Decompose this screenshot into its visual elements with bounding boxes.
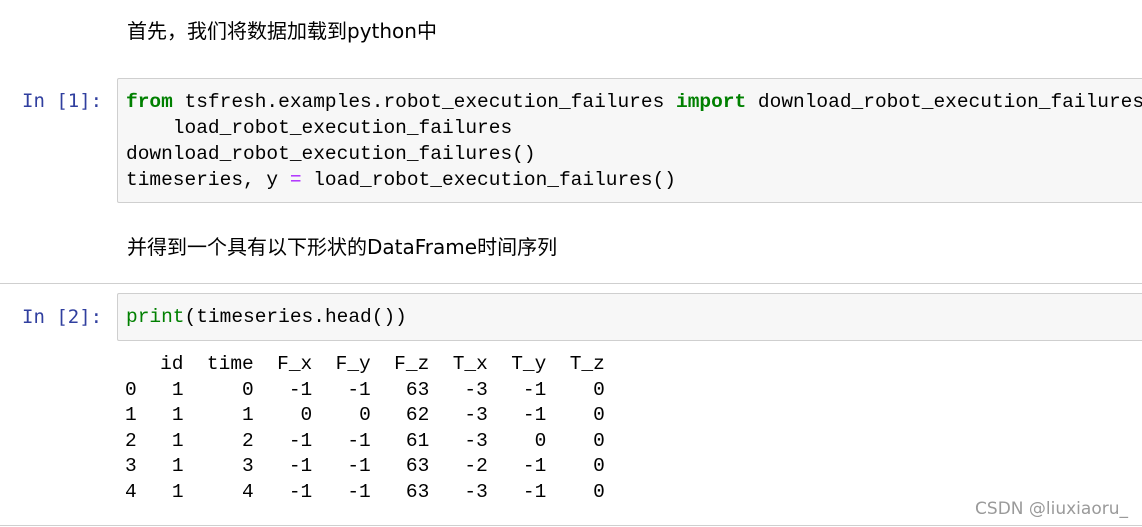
table-cell: 4 — [242, 480, 254, 503]
table-cell: 1 — [171, 480, 184, 503]
output-table-row: 2 1 2 -1 -1 61 -3 0 0 — [125, 429, 605, 455]
table-cell: -3 — [464, 404, 488, 426]
code-token: = — [289, 169, 302, 191]
code-line: timeseries, y = load_robot_execution_fai… — [126, 167, 1142, 193]
table-cell: -1 — [522, 480, 547, 503]
column-header: F_z — [394, 353, 430, 375]
table-cell: 63 — [405, 455, 430, 477]
column-header: T_z — [569, 353, 605, 375]
row-index: 3 — [125, 455, 137, 477]
table-cell: 63 — [405, 378, 430, 401]
code-token: download_robot_execution_failures() — [126, 143, 536, 165]
table-cell: 63 — [405, 480, 430, 503]
code-token: timeseries, y — [126, 169, 290, 191]
table-cell: 1 — [171, 404, 184, 426]
table-cell: -1 — [522, 378, 547, 401]
code-line: download_robot_execution_failures() — [126, 141, 1142, 167]
output-header-row: id time F_x F_y F_z T_x T_y T_z — [125, 352, 605, 378]
table-cell: -1 — [288, 480, 313, 503]
table-cell: -1 — [347, 429, 371, 452]
table-cell: -1 — [288, 429, 313, 452]
cell-2-output: id time F_x F_y F_z T_x T_y T_z 0 1 0 -1 … — [125, 352, 605, 505]
code-token: (timeseries.head()) — [184, 306, 407, 328]
row-index: 2 — [125, 429, 137, 452]
output-table-row: 1 1 1 0 0 62 -3 -1 0 — [125, 403, 605, 429]
cell-2-prompt: In [2]: — [22, 306, 103, 328]
table-cell: -1 — [522, 455, 547, 477]
code-token: from — [126, 91, 173, 113]
table-cell: -1 — [347, 378, 371, 401]
markdown-text-load-data: 首先，我们将数据加载到python中 — [127, 19, 437, 43]
output-table-row: 3 1 3 -1 -1 63 -2 -1 0 — [125, 454, 605, 480]
column-header: F_y — [335, 353, 371, 375]
table-cell: 0 — [593, 455, 605, 477]
table-cell: -1 — [522, 404, 547, 426]
table-cell: -2 — [464, 455, 488, 477]
table-cell: 1 — [171, 429, 184, 452]
code-token: print — [126, 306, 185, 328]
column-header: T_x — [452, 353, 488, 375]
column-header: T_y — [511, 353, 547, 375]
table-cell: 62 — [405, 404, 430, 426]
table-cell: -3 — [464, 378, 488, 401]
markdown-text-dataframe-shape: 并得到一个具有以下形状的DataFrame时间序列 — [127, 235, 558, 259]
row-index: 1 — [125, 404, 137, 426]
table-cell: 0 — [242, 378, 254, 401]
table-cell: -3 — [464, 429, 488, 452]
code-cell-2-source: print(timeseries.head()) — [126, 304, 407, 330]
code-cell-2-editor[interactable]: print(timeseries.head()) — [117, 293, 1142, 341]
table-cell: 61 — [405, 429, 430, 452]
table-cell: 2 — [242, 429, 254, 452]
output-table-row: 0 1 0 -1 -1 63 -3 -1 0 — [125, 378, 605, 404]
column-header: time — [206, 353, 254, 375]
code-token: load_robot_execution_failures() — [301, 169, 676, 191]
cell-1-prompt: In [1]: — [22, 90, 103, 112]
table-cell: 0 — [593, 404, 605, 426]
cell-separator — [0, 283, 1142, 284]
code-token: download_robot_execution_failures, \ — [746, 91, 1142, 113]
table-cell: 0 — [593, 378, 605, 401]
table-cell: 0 — [300, 404, 313, 426]
table-cell: 1 — [242, 404, 254, 426]
table-cell: 1 — [171, 455, 184, 477]
code-token: load_robot_execution_failures — [126, 117, 513, 139]
table-cell: -3 — [464, 480, 488, 503]
column-header: id — [160, 353, 184, 375]
code-line: print(timeseries.head()) — [126, 304, 407, 330]
table-cell: -1 — [288, 455, 313, 477]
code-cell-1-editor[interactable]: from tsfresh.examples.robot_execution_fa… — [117, 78, 1142, 203]
table-cell: 3 — [242, 455, 254, 477]
bottom-separator — [0, 525, 1142, 526]
code-cell-1-source: from tsfresh.examples.robot_execution_fa… — [126, 89, 1142, 193]
row-index: 0 — [125, 378, 137, 401]
code-line: load_robot_execution_failures — [126, 115, 1142, 141]
code-line: from tsfresh.examples.robot_execution_fa… — [126, 89, 1142, 115]
table-cell: -1 — [288, 378, 313, 401]
output-table-row: 4 1 4 -1 -1 63 -3 -1 0 — [125, 480, 605, 506]
table-cell: 1 — [171, 378, 184, 401]
code-token: tsfresh.examples.robot_execution_failure… — [172, 91, 676, 113]
table-cell: -1 — [347, 455, 371, 477]
table-cell: 0 — [593, 429, 605, 452]
watermark: CSDN @liuxiaoru_ — [975, 499, 1128, 519]
code-token: import — [676, 91, 747, 113]
table-cell: 0 — [593, 480, 605, 503]
row-index: 4 — [125, 480, 137, 503]
column-header: F_x — [277, 353, 313, 375]
table-cell: 0 — [359, 404, 371, 426]
table-cell: 0 — [534, 429, 547, 452]
table-cell: -1 — [347, 480, 371, 503]
